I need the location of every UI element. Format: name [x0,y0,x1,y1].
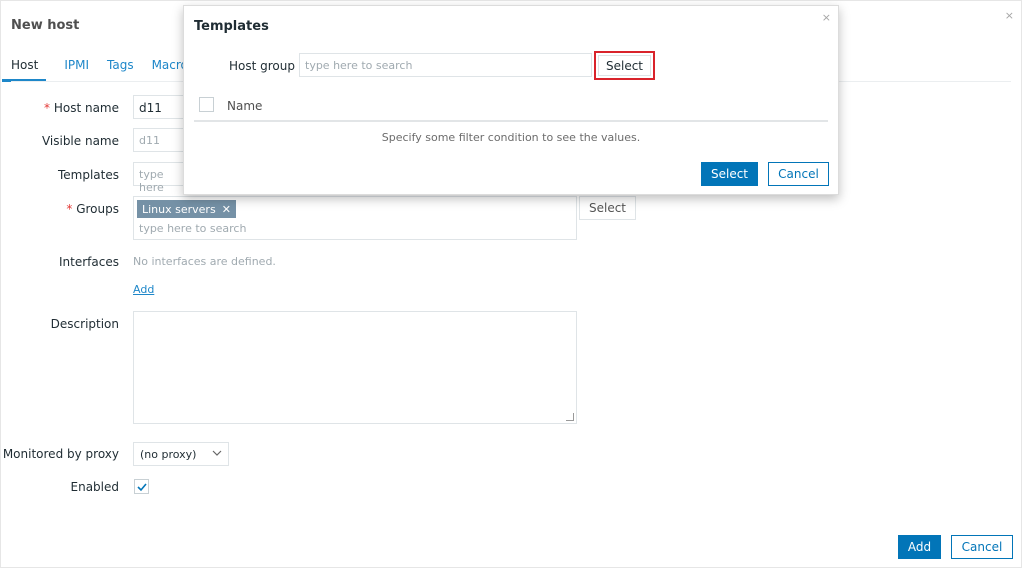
templates-dialog-title: Templates [194,19,269,34]
checkmark-icon [137,483,147,492]
templates-label: Templates [57,168,119,182]
tab-ipmi[interactable]: IPMI [64,58,89,82]
groups-select-button[interactable]: Select [579,196,636,220]
tab-tags[interactable]: Tags [107,58,134,82]
add-button[interactable]: Add [898,535,941,559]
empty-message: Specify some filter condition to see the… [381,131,641,144]
select-all-checkbox[interactable] [199,97,214,112]
required-marker: * [44,101,50,115]
host-group-label: Host group [229,59,295,73]
tab-host[interactable]: Host [2,58,47,82]
description-textarea[interactable] [133,311,577,424]
tab-bar: Host IPMI Tags Macro [2,58,206,82]
required-marker: * [66,202,73,216]
host-group-search-input[interactable]: type here to search [299,53,592,77]
proxy-select[interactable]: (no proxy) [133,442,229,466]
add-interface-link[interactable]: Add [133,283,154,296]
dialog-title: New host [11,18,80,33]
templates-dialog: Templates × Host group type here to sear… [183,5,839,195]
groups-multiselect[interactable]: Linux servers ✕ type here to search [133,196,577,240]
interfaces-empty-text: No interfaces are defined. [133,255,276,268]
description-label: Description [50,317,119,331]
header-divider [194,120,828,122]
proxy-select-value: (no proxy) [140,448,197,461]
host-name-label: * Host name [44,101,119,115]
groups-label: * Groups [66,202,119,216]
visible-name-label: Visible name [41,134,119,148]
proxy-label: Monitored by proxy [2,447,119,461]
close-icon[interactable]: × [822,11,831,24]
resize-handle-icon[interactable] [566,413,574,421]
host-group-select-button[interactable]: Select [598,55,651,76]
group-chip: Linux servers ✕ [137,200,236,218]
close-icon[interactable]: × [1005,9,1014,22]
interfaces-label: Interfaces [59,255,119,269]
enabled-label: Enabled [70,480,120,494]
cancel-button[interactable]: Cancel [951,535,1013,559]
enabled-checkbox[interactable] [134,479,149,494]
host-group-select-highlight: Select [594,51,655,80]
remove-icon[interactable]: ✕ [222,203,231,216]
cancel-button[interactable]: Cancel [768,162,829,186]
column-header-name[interactable]: Name [227,99,262,113]
groups-search-input[interactable]: type here to search [139,222,246,235]
chevron-down-icon [212,448,222,461]
group-chip-label: Linux servers [142,202,216,216]
select-button[interactable]: Select [701,162,758,186]
